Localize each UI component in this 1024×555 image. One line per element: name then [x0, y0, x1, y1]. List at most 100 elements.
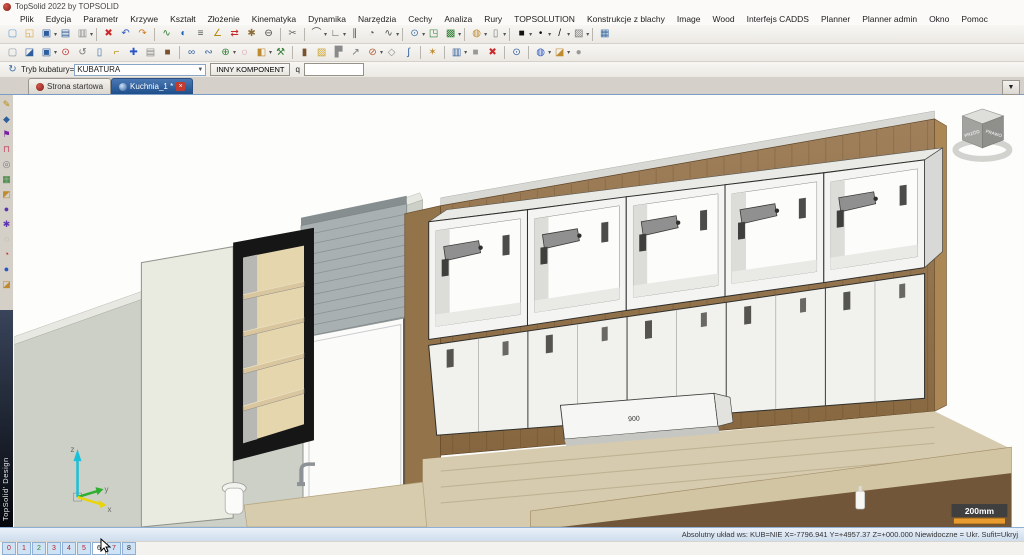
view-config-button-7[interactable]: 7 — [107, 542, 121, 555]
menu-item-interfejs-cadds[interactable]: Interfejs CADDS — [741, 14, 815, 24]
function-icon[interactable]: ↻ — [5, 63, 20, 77]
paste-icon[interactable]: ◪ — [22, 46, 37, 60]
tall-cabinet-door[interactable] — [140, 246, 234, 528]
view-config-button-6[interactable]: 6 — [92, 542, 106, 555]
window-layout-icon-dropdown[interactable]: ▾ — [464, 49, 467, 56]
spline-icon-dropdown[interactable]: ▾ — [396, 31, 399, 38]
menu-item-planner[interactable]: Planner — [815, 14, 856, 24]
toolbox-icon[interactable]: ▦ — [1, 173, 13, 186]
menu-item-topsolution[interactable]: TOPSOLUTION — [508, 14, 581, 24]
chart-icon[interactable]: ◔ — [1, 248, 13, 261]
menu-item-konstrukcje-z-blachy[interactable]: Konstrukcje z blachy — [581, 14, 671, 24]
color-swatch-dropdown[interactable]: ▾ — [529, 31, 532, 38]
disc-icon[interactable]: ● — [1, 203, 13, 216]
close-tab-icon[interactable]: × — [176, 82, 186, 91]
folder-icon[interactable]: ◪ — [1, 278, 13, 291]
view-config-button-1[interactable]: 1 — [17, 542, 31, 555]
open-project-icon[interactable]: ◪ — [552, 46, 567, 60]
texture-icon[interactable]: ▨ — [314, 46, 329, 60]
explore-icon[interactable]: ⊙ — [509, 46, 524, 60]
tab-kuchnia[interactable]: Kuchnia_1 * × — [111, 78, 194, 94]
ghost-icon[interactable]: ◌ — [1, 233, 13, 246]
mode-select[interactable]: KUBATURA ▼ — [74, 63, 207, 76]
view-config-button-2[interactable]: 2 — [32, 542, 46, 555]
wireframe-icon[interactable]: ∿ — [159, 27, 174, 41]
trash-icon[interactable]: ▯ — [92, 46, 107, 60]
menu-item-wood[interactable]: Wood — [707, 14, 741, 24]
gear-icon[interactable]: ✱ — [1, 218, 13, 231]
select-box-icon[interactable]: ◌ — [237, 46, 252, 60]
point-style-icon-dropdown[interactable]: ▾ — [548, 31, 551, 38]
bottle[interactable] — [855, 490, 866, 510]
zoom-icon[interactable]: ⊙ — [407, 27, 422, 41]
basket-icon-dropdown[interactable]: ▾ — [484, 31, 487, 38]
assembly-icon[interactable]: ⊕ — [218, 46, 233, 60]
view-config-button-4[interactable]: 4 — [62, 542, 76, 555]
view-config-button-0[interactable]: 0 — [2, 542, 16, 555]
context-input[interactable] — [303, 63, 364, 76]
search-red-icon[interactable]: ⊙ — [58, 46, 73, 60]
polyline-icon[interactable]: ∟ — [328, 27, 343, 41]
dimension-icon[interactable]: ⇄ — [227, 27, 242, 41]
menu-item-rury[interactable]: Rury — [478, 14, 508, 24]
menu-item-planner-admin[interactable]: Planner admin — [856, 14, 923, 24]
shading-icon[interactable]: ◐ — [176, 27, 191, 41]
menu-item-analiza[interactable]: Analiza — [438, 14, 478, 24]
open-project-icon-dropdown[interactable]: ▾ — [567, 49, 570, 56]
curve-tools-icon-dropdown[interactable]: ▾ — [324, 31, 327, 38]
flag-icon[interactable]: ⚑ — [1, 128, 13, 141]
measure-arrow-icon[interactable]: ↗ — [348, 46, 363, 60]
other-component-button[interactable]: INNY KOMPONENT — [210, 63, 291, 76]
sphere-icon[interactable]: ● — [1, 263, 13, 276]
panel-icon[interactable]: ▮ — [297, 46, 312, 60]
tab-list-dropdown[interactable]: ▼ — [1002, 80, 1020, 95]
claw-icon[interactable]: ✶ — [425, 46, 440, 60]
menu-item-image[interactable]: Image — [671, 14, 707, 24]
save-as-icon-dropdown[interactable]: ▾ — [54, 49, 57, 56]
menu-item-plik[interactable]: Plik — [14, 14, 40, 24]
drill-icon-dropdown[interactable]: ▾ — [380, 49, 383, 56]
part-icon[interactable]: ◆ — [1, 113, 13, 126]
menu-item-kszta-t[interactable]: Kształt — [164, 14, 202, 24]
hatch-style-icon[interactable]: ▨ — [571, 27, 586, 41]
window[interactable] — [302, 316, 408, 514]
sketch-icon[interactable]: ✎ — [1, 98, 13, 111]
link-icon[interactable]: ∞ — [184, 46, 199, 60]
chain-icon[interactable]: ∾ — [201, 46, 216, 60]
hammer-icon[interactable]: ⚒ — [273, 46, 288, 60]
block-icon[interactable]: ■ — [468, 46, 483, 60]
menu-item-kinematyka[interactable]: Kinematyka — [246, 14, 302, 24]
save-icon-dropdown[interactable]: ▾ — [54, 31, 57, 38]
window-layout-icon[interactable]: ▥ — [449, 46, 464, 60]
battery-icon-dropdown[interactable]: ▾ — [503, 31, 506, 38]
rotate-icon[interactable]: ↺ — [75, 46, 90, 60]
target-icon[interactable]: ◎ — [1, 158, 13, 171]
curve-tools-icon[interactable]: ⌒ — [309, 27, 324, 41]
box-icon-dropdown[interactable]: ▾ — [269, 49, 272, 56]
menu-item-parametr[interactable]: Parametr — [77, 14, 124, 24]
move-icon[interactable]: ✚ — [126, 46, 141, 60]
drill-icon[interactable]: ⊘ — [365, 46, 380, 60]
section-icon[interactable]: ≡ — [193, 27, 208, 41]
save-as-icon[interactable]: ▣ — [39, 46, 54, 60]
menu-item-edycja[interactable]: Edycja — [40, 14, 78, 24]
zoom-icon-dropdown[interactable]: ▾ — [422, 31, 425, 38]
basket-icon[interactable]: ◍ — [469, 27, 484, 41]
tab-home[interactable]: Strona startowa — [28, 78, 112, 94]
view-config-button-8[interactable]: 8 — [122, 542, 136, 555]
delete-component-icon[interactable]: ✖ — [485, 46, 500, 60]
menu-item-z-o-enie[interactable]: Złożenie — [202, 14, 246, 24]
menu-item-cechy[interactable]: Cechy — [402, 14, 438, 24]
viewport-3d-scene[interactable]: 900 z y x PRZÓD PRAWO 200mm — [13, 95, 1024, 528]
eclipse-icon[interactable]: ⊖ — [261, 27, 276, 41]
battery-icon[interactable]: ▯ — [488, 27, 503, 41]
world-icon-dropdown[interactable]: ▾ — [548, 49, 551, 56]
cube-gray-icon[interactable]: ◇ — [384, 46, 399, 60]
key-icon[interactable]: ⌐ — [109, 46, 124, 60]
annotation-icon[interactable]: ✱ — [244, 27, 259, 41]
view-config-button-3[interactable]: 3 — [47, 542, 61, 555]
pipe-icon[interactable]: ∫ — [401, 46, 416, 60]
menu-item-krzywe[interactable]: Krzywe — [124, 14, 164, 24]
spline-icon[interactable]: ∿ — [381, 27, 396, 41]
copy-icon[interactable]: ▤ — [143, 46, 158, 60]
